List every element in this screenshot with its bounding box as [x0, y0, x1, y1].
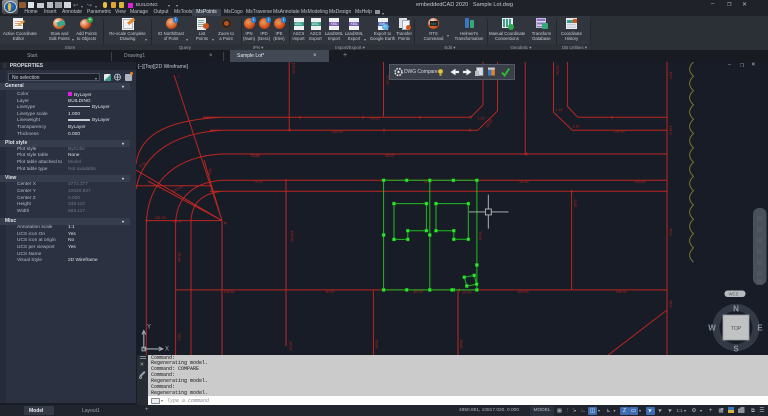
svg-text:35.00: 35.00: [459, 340, 463, 349]
svg-text:165.75: 165.75: [155, 216, 166, 220]
svg-text:35.00: 35.00: [173, 220, 182, 224]
svg-text:64.00: 64.00: [520, 180, 529, 184]
svg-text:WCS: WCS: [729, 292, 739, 297]
svg-text:TOP: TOP: [731, 326, 742, 332]
svg-text:x: x: [178, 75, 180, 79]
svg-text:60.00: 60.00: [371, 117, 380, 121]
svg-text:20.00: 20.00: [463, 291, 472, 295]
svg-text:1.16: 1.16: [478, 117, 485, 121]
svg-text:100.00: 100.00: [518, 290, 529, 294]
svg-text:96.0: 96.0: [668, 301, 672, 308]
svg-text:5.18: 5.18: [573, 200, 577, 207]
svg-text:75.88: 75.88: [251, 154, 260, 158]
svg-text:28.50: 28.50: [556, 66, 560, 75]
svg-text:N: N: [733, 305, 739, 314]
svg-text:X: X: [165, 347, 169, 353]
svg-text:85.00: 85.00: [414, 290, 423, 294]
svg-text:149.09: 149.09: [292, 63, 296, 74]
svg-text:60.0: 60.0: [668, 229, 672, 236]
svg-text:134.09: 134.09: [332, 130, 343, 134]
svg-text:35.00: 35.00: [289, 342, 293, 351]
svg-text:134.50: 134.50: [614, 129, 625, 133]
svg-text:100.00: 100.00: [635, 180, 646, 184]
svg-text:196.00: 196.00: [616, 290, 627, 294]
svg-text:W: W: [708, 324, 716, 333]
svg-text:E: E: [757, 324, 763, 333]
svg-text:R20: R20: [207, 168, 213, 175]
svg-text:60.07: 60.07: [386, 154, 395, 158]
svg-text:35.0: 35.0: [177, 334, 181, 341]
svg-text:35.00: 35.00: [374, 340, 378, 349]
svg-text:49.5: 49.5: [668, 72, 672, 79]
svg-text:S: S: [733, 345, 739, 354]
svg-text:R75: R75: [139, 162, 147, 169]
svg-text:136.50: 136.50: [224, 290, 235, 294]
svg-text:90.07: 90.07: [326, 290, 335, 294]
svg-text:74.00: 74.00: [254, 180, 263, 184]
svg-text:28.50: 28.50: [485, 119, 493, 129]
svg-text:Y: Y: [147, 325, 151, 331]
svg-text:134.0: 134.0: [668, 126, 672, 135]
svg-text:1.42: 1.42: [573, 125, 580, 129]
svg-text:59.04: 59.04: [478, 232, 482, 241]
svg-text:1.16: 1.16: [556, 108, 563, 112]
svg-text:120.00: 120.00: [290, 231, 294, 242]
svg-text:PI: PI: [224, 222, 227, 226]
svg-text:35.00: 35.00: [177, 253, 181, 262]
